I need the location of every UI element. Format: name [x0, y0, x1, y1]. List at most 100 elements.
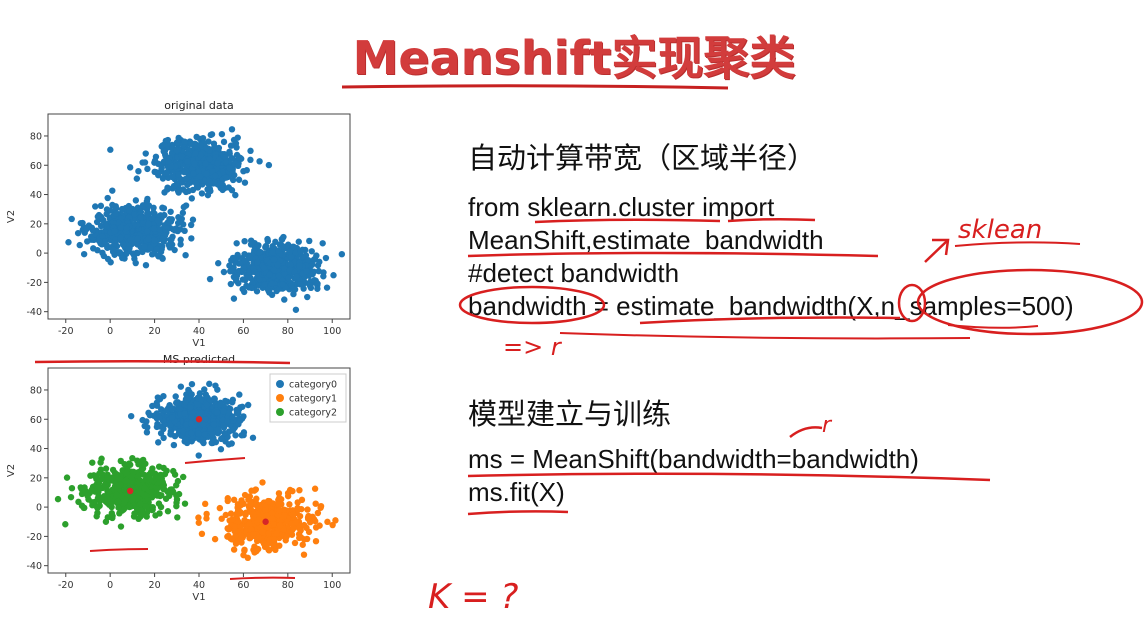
data-point	[265, 530, 272, 537]
data-point	[203, 510, 210, 518]
data-point	[276, 506, 283, 514]
chart-ms-predicted: MS predicted -20 0 20 40 60 80 100 -40 -20 0 20 40 60…	[6, 353, 351, 603]
data-point	[235, 176, 243, 183]
data-point	[260, 264, 268, 272]
data-point	[268, 280, 276, 287]
legend-marker	[276, 380, 284, 388]
y-tick-label: 20	[30, 219, 42, 230]
data-point	[297, 527, 304, 534]
data-point	[304, 506, 311, 513]
data-point	[182, 175, 190, 183]
data-point	[330, 272, 337, 279]
data-point	[67, 493, 75, 501]
data-point	[134, 249, 141, 257]
data-point	[149, 503, 156, 511]
data-point	[234, 162, 242, 170]
data-point	[255, 534, 263, 541]
data-point	[81, 487, 89, 495]
data-point	[160, 464, 167, 472]
data-point	[92, 203, 99, 210]
data-point	[250, 510, 257, 518]
data-point	[303, 535, 311, 543]
chart-title: MS predicted	[163, 353, 235, 366]
data-point	[187, 221, 195, 229]
data-point	[227, 280, 235, 288]
data-point	[151, 236, 158, 244]
data-point	[198, 530, 206, 538]
data-point	[152, 512, 159, 519]
data-point	[141, 484, 149, 492]
data-point	[75, 498, 82, 506]
data-point	[249, 434, 257, 441]
data-point	[317, 504, 324, 511]
data-point	[117, 224, 125, 231]
data-point	[256, 249, 263, 256]
legend-marker	[276, 408, 284, 416]
y-tick-label: -40	[26, 307, 42, 318]
data-point	[323, 284, 331, 291]
data-point	[160, 148, 167, 155]
data-point	[158, 492, 165, 499]
data-point	[206, 185, 214, 193]
data-point	[230, 546, 238, 553]
data-point	[83, 225, 90, 233]
data-point	[180, 203, 188, 211]
data-point	[138, 507, 145, 515]
data-point	[230, 426, 237, 433]
data-point	[156, 226, 163, 233]
data-point	[103, 206, 111, 213]
data-point	[181, 410, 188, 417]
data-point	[296, 534, 303, 542]
data-point	[68, 215, 75, 223]
data-point	[184, 158, 191, 165]
data-point	[160, 434, 167, 442]
data-point	[182, 251, 189, 259]
data-point	[251, 268, 258, 276]
data-point	[171, 471, 179, 478]
legend-label: category1	[289, 394, 337, 405]
x-tick-label: 0	[107, 580, 113, 591]
data-point	[216, 504, 224, 512]
legend-label: category2	[289, 408, 337, 419]
data-point	[294, 499, 301, 506]
data-point	[206, 155, 214, 163]
data-point	[240, 431, 247, 439]
data-point	[311, 485, 319, 492]
data-point	[179, 209, 187, 217]
data-point	[283, 533, 290, 540]
code-line-6: ms.fit(X)	[468, 477, 565, 507]
data-point	[167, 208, 174, 215]
data-point	[251, 487, 258, 494]
data-point	[94, 504, 101, 512]
data-point	[152, 169, 160, 176]
data-point	[181, 138, 188, 145]
data-point	[188, 380, 196, 388]
data-point	[314, 285, 321, 292]
data-point	[117, 523, 125, 530]
data-point	[217, 446, 225, 453]
data-point	[229, 254, 237, 262]
data-point	[273, 530, 281, 537]
data-point	[226, 164, 233, 172]
data-point	[160, 205, 168, 212]
data-point	[164, 508, 172, 515]
legend-marker	[276, 394, 284, 402]
data-point	[182, 436, 189, 443]
data-point	[234, 510, 241, 517]
data-point	[149, 489, 157, 496]
data-point	[145, 235, 152, 243]
data-point	[198, 190, 206, 197]
data-point	[315, 267, 322, 275]
data-point	[206, 380, 213, 388]
data-point	[68, 484, 76, 492]
x-axis-label: V1	[192, 338, 205, 349]
data-point	[190, 170, 197, 178]
y-tick-label: 0	[36, 503, 42, 514]
data-point	[172, 399, 180, 407]
x-tick-label: 20	[149, 580, 161, 591]
data-point	[312, 500, 319, 507]
data-point	[246, 534, 253, 542]
x-tick-label: 60	[237, 580, 249, 591]
data-point	[135, 167, 142, 175]
data-point	[206, 275, 214, 283]
